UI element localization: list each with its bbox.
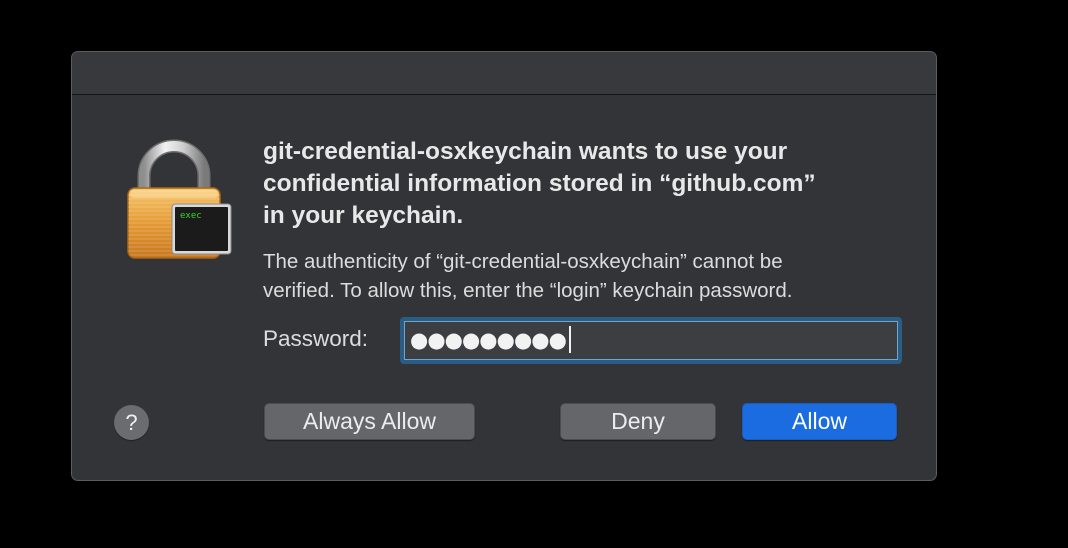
always-allow-button[interactable]: Always Allow <box>264 403 475 440</box>
password-field[interactable]: ●●●●●●●●● <box>400 317 902 364</box>
text-caret <box>568 326 571 353</box>
deny-button[interactable]: Deny <box>560 403 716 440</box>
allow-button[interactable]: Allow <box>742 403 897 440</box>
password-value: ●●●●●●●●● <box>410 328 567 352</box>
keychain-access-dialog: exec git-credential-osxkeychain wants to… <box>71 51 937 481</box>
exec-badge-text: exec <box>180 211 202 221</box>
dialog-titlebar[interactable] <box>72 52 936 95</box>
keychain-lock-icon: exec <box>126 138 232 260</box>
dialog-detail-text: The authenticity of “git-credential-osxk… <box>263 250 793 302</box>
help-button[interactable]: ? <box>114 405 149 440</box>
password-label: Password: <box>263 326 369 351</box>
dialog-headline: git-credential-osxkeychain wants to use … <box>263 138 816 229</box>
